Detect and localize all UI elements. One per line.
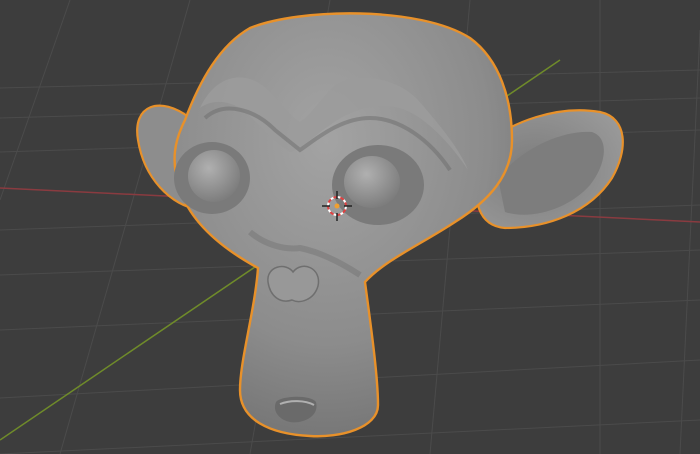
object-origin-icon bbox=[334, 203, 340, 209]
left-eye[interactable] bbox=[188, 150, 240, 202]
3d-viewport[interactable] bbox=[0, 0, 700, 454]
monkey-mesh[interactable] bbox=[136, 12, 624, 438]
nose bbox=[267, 265, 320, 303]
viewport-canvas[interactable] bbox=[0, 0, 700, 454]
right-eye[interactable] bbox=[344, 156, 400, 208]
